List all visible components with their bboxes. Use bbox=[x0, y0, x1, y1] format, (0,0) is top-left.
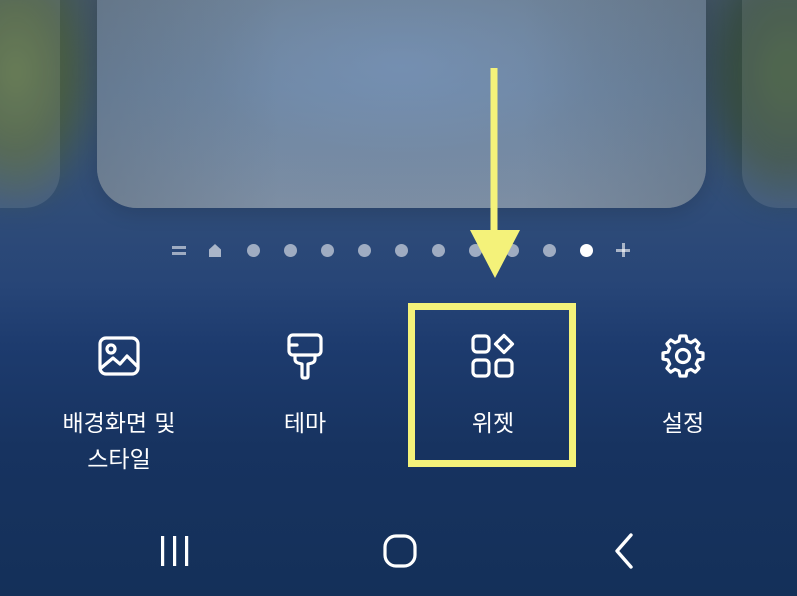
home-page-preview-left[interactable] bbox=[0, 0, 60, 208]
wallpaper-and-style-label: 배경화면 및 스타일 bbox=[62, 411, 176, 473]
recent-apps-icon bbox=[161, 536, 189, 566]
settings-button[interactable]: 설정 bbox=[598, 332, 768, 442]
home-icon[interactable] bbox=[207, 242, 223, 258]
page-dot[interactable] bbox=[282, 242, 298, 258]
highlight-box bbox=[408, 303, 576, 467]
back-button[interactable] bbox=[595, 528, 655, 574]
page-dot-active[interactable] bbox=[578, 242, 594, 258]
page-dot[interactable] bbox=[393, 242, 409, 258]
home-page-preview-current[interactable] bbox=[97, 0, 706, 208]
page-dot[interactable] bbox=[430, 242, 446, 258]
gear-icon bbox=[659, 332, 707, 380]
page-dot[interactable] bbox=[245, 242, 261, 258]
home-page-preview-right[interactable] bbox=[742, 0, 797, 208]
themes-button[interactable]: 테마 bbox=[220, 332, 390, 442]
settings-label: 설정 bbox=[661, 411, 705, 437]
list-icon[interactable] bbox=[171, 242, 187, 258]
home-screen-edit-mode: 배경화면 및 스타일 테마 위젯 설정 bbox=[0, 0, 797, 596]
page-dot[interactable] bbox=[356, 242, 372, 258]
page-indicator bbox=[0, 238, 797, 262]
add-page-icon[interactable] bbox=[615, 242, 631, 258]
wallpaper-and-style-button[interactable]: 배경화면 및 스타일 bbox=[34, 332, 204, 478]
paintbrush-icon bbox=[281, 332, 329, 380]
themes-label: 테마 bbox=[283, 411, 327, 437]
down-arrow-annotation bbox=[470, 68, 520, 278]
page-dot[interactable] bbox=[319, 242, 335, 258]
home-button[interactable] bbox=[370, 528, 430, 574]
image-icon bbox=[95, 332, 143, 380]
back-icon bbox=[615, 533, 633, 569]
home-icon bbox=[383, 534, 417, 568]
recent-apps-button[interactable] bbox=[145, 528, 205, 574]
page-dot[interactable] bbox=[541, 242, 557, 258]
